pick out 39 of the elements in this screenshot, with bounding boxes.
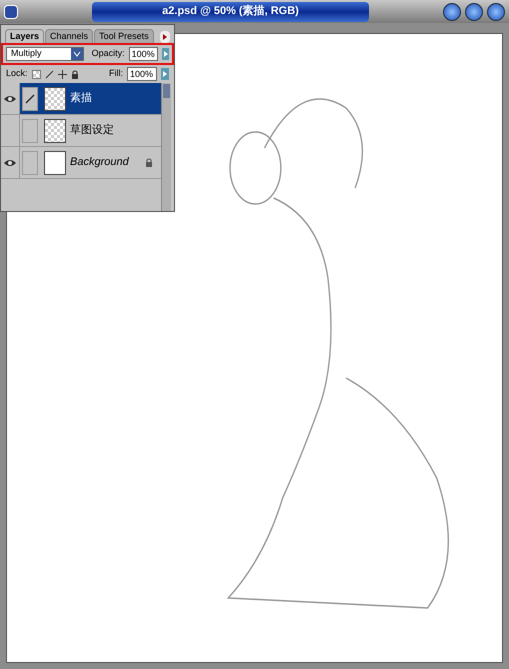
brush-icon [25, 94, 35, 104]
blend-mode-dropdown[interactable]: Multiply [6, 47, 84, 61]
layer-name: 素描 [70, 90, 93, 106]
lock-transparency-icon[interactable] [32, 70, 41, 78]
lock-label: Lock: [6, 67, 28, 80]
eye-icon [4, 158, 16, 166]
panel-tab[interactable]: Channels [45, 29, 94, 43]
panel-tab[interactable]: Layers [5, 29, 44, 43]
scrollbar[interactable] [161, 83, 171, 211]
panel-menu-button[interactable] [160, 31, 170, 43]
layer-name: Background [70, 155, 130, 170]
visibility-toggle[interactable] [1, 83, 20, 114]
panel-tab[interactable]: Tool Presets [94, 29, 154, 43]
opacity-field[interactable]: 100% [128, 47, 158, 61]
maximize-button[interactable] [465, 2, 483, 20]
slider-arrow-icon[interactable] [162, 48, 169, 60]
layer-row[interactable]: 草图设定 [1, 115, 161, 147]
app-icon [4, 4, 18, 18]
arrow-icon [163, 34, 167, 40]
fill-field[interactable]: 100% [127, 67, 157, 81]
window-title: a2.psd @ 50% (素描, RGB) [92, 2, 369, 22]
layer-row[interactable]: 素描 [1, 83, 161, 115]
close-button[interactable] [487, 2, 505, 20]
link-toggle[interactable] [22, 86, 38, 110]
eye-icon [4, 94, 16, 102]
opacity-label: Opacity: [92, 47, 125, 60]
fill-label: Fill: [109, 67, 123, 80]
visibility-toggle[interactable] [1, 147, 20, 178]
lock-icon[interactable] [70, 70, 79, 78]
layer-name: 草图设定 [70, 122, 115, 138]
brush-icon[interactable] [44, 70, 54, 78]
layer-row[interactable]: Background [1, 147, 161, 179]
slider-arrow-icon[interactable] [161, 68, 169, 80]
scroll-thumb[interactable] [163, 84, 170, 98]
move-icon[interactable] [58, 70, 67, 78]
minimize-button[interactable] [443, 2, 461, 20]
link-toggle[interactable] [22, 118, 38, 142]
blend-mode-value: Multiply [10, 47, 43, 60]
link-toggle[interactable] [22, 150, 38, 174]
